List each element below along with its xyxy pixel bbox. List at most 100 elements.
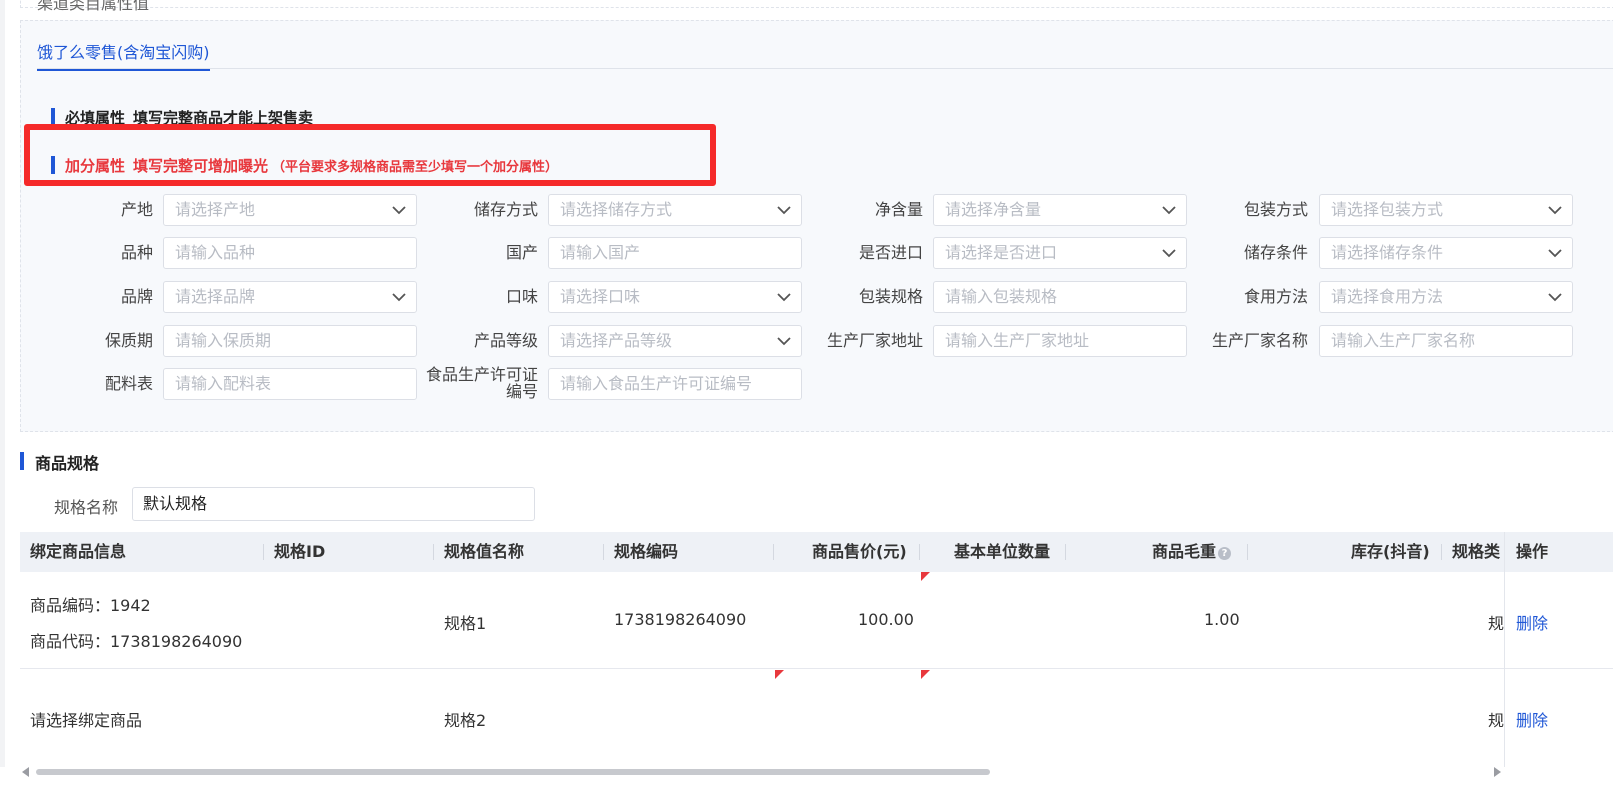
channel-tabs: 饿了么零售(含淘宝闪购) [37, 21, 1613, 71]
field-label: 产地 [120, 200, 153, 219]
field-placeholder: 请输入食品生产许可证编号 [560, 374, 753, 393]
field-select[interactable]: 请选择是否进口 [933, 237, 1187, 269]
field-placeholder: 请选择食用方法 [1331, 287, 1444, 306]
spec-value-name[interactable]: 规格1 [444, 610, 486, 634]
col-divider[interactable] [603, 544, 604, 560]
spec-value-name[interactable]: 规格2 [444, 707, 486, 731]
field-label: 保质期 [104, 331, 153, 350]
col-divider[interactable] [263, 544, 264, 560]
field-input[interactable]: 请输入国产 [548, 237, 802, 269]
field-placeholder: 请输入包装规格 [945, 287, 1058, 306]
field-placeholder: 请输入品种 [175, 243, 256, 262]
question-icon[interactable]: ? [1218, 547, 1232, 560]
field-select[interactable]: 请选择储存方式 [548, 194, 802, 226]
horizontal-scrollbar[interactable] [0, 767, 1613, 795]
col-divider[interactable] [1441, 544, 1442, 560]
bonus-attrs-title: 加分属性 [65, 157, 126, 175]
col-spec-type: 规格类 [1452, 542, 1501, 561]
field-select[interactable]: 请选择包装方式 [1319, 194, 1573, 226]
field-placeholder: 请选择储存条件 [1331, 243, 1444, 262]
col-divider[interactable] [773, 544, 774, 560]
field-input[interactable]: 请输入品种 [163, 237, 417, 269]
fixed-column-divider [1504, 532, 1505, 795]
delete-row-link[interactable]: 删除 [1516, 707, 1548, 731]
col-divider[interactable] [433, 544, 434, 560]
attribute-panel: 饿了么零售(含淘宝闪购) 必填属性 填写完整商品才能上架售卖 加分属性 填写完整可增… [20, 20, 1613, 432]
field-placeholder: 请输入国产 [560, 243, 641, 262]
scroll-left-icon[interactable] [22, 767, 29, 777]
field-placeholder: 请选择口味 [560, 287, 641, 306]
chevron-down-icon [1162, 249, 1176, 258]
bonus-attrs-heading: 加分属性 填写完整可增加曝光 （平台要求多规格商品需至少填写一个加分属性） [51, 155, 558, 175]
col-spec-id: 规格ID [274, 542, 326, 561]
col-gross-weight: 商品毛重? [1152, 532, 1232, 572]
bind-product-sku: 商品代码：1738198264090 [30, 632, 243, 651]
field-input[interactable]: 请输入保质期 [163, 325, 417, 357]
field-select[interactable]: 请选择储存条件 [1319, 237, 1573, 269]
field-input[interactable]: 请输入配料表 [163, 368, 417, 400]
scrollbar-thumb[interactable] [36, 769, 990, 775]
field-select[interactable]: 请选择口味 [548, 281, 802, 313]
col-divider[interactable] [1065, 544, 1066, 560]
delete-row-link[interactable]: 删除 [1516, 610, 1548, 634]
table-row: 商品编码：1942 商品代码：1738198264090 规格1 1738198… [20, 572, 1613, 669]
field-label: 包装规格 [858, 287, 923, 306]
left-gutter [0, 0, 5, 795]
field-placeholder: 请选择是否进口 [945, 243, 1058, 262]
field-label: 是否进口 [858, 243, 923, 262]
field-select[interactable]: 请选择品牌 [163, 281, 417, 313]
spec-type: 规 [1488, 711, 1505, 730]
col-unit-qty: 基本单位数量 [954, 542, 1051, 561]
field-placeholder: 请输入配料表 [175, 374, 272, 393]
field-select[interactable]: 请选择净含量 [933, 194, 1187, 226]
field-label: 储存条件 [1243, 243, 1308, 262]
field-select[interactable]: 请选择产品等级 [548, 325, 802, 357]
col-divider[interactable] [1247, 544, 1248, 560]
field-placeholder: 请选择产地 [175, 200, 256, 219]
bind-product-code: 商品编码：1942 [30, 596, 151, 615]
spec-name-label: 规格名称 [54, 498, 119, 517]
field-input[interactable]: 请输入生产厂家地址 [933, 325, 1187, 357]
field-placeholder: 请选择储存方式 [560, 200, 673, 219]
field-placeholder: 请选择品牌 [175, 287, 256, 306]
spec-table: 绑定商品信息 规格ID 规格值名称 规格编码 商品售价(元) 基本单位数量 商品… [20, 532, 1613, 795]
field-label: 储存方式 [473, 200, 538, 219]
field-label: 食品生产许可证编号 [426, 365, 539, 401]
chevron-down-icon [392, 293, 406, 302]
chevron-down-icon [1548, 293, 1562, 302]
spec-code[interactable]: 1738198264090 [614, 610, 746, 629]
chevron-down-icon [1162, 206, 1176, 215]
col-spec-code: 规格编码 [614, 542, 679, 561]
field-placeholder: 请输入生产厂家地址 [945, 331, 1090, 350]
category-attr-header: 渠道类目属性值 [20, 0, 1613, 13]
field-placeholder: 请选择产品等级 [560, 331, 673, 350]
tab-eleme-retail[interactable]: 饿了么零售(含淘宝闪购) [37, 39, 210, 71]
spec-name-input[interactable]: 默认规格 [132, 487, 535, 521]
field-placeholder: 请输入生产厂家名称 [1331, 331, 1476, 350]
chevron-down-icon [1548, 206, 1562, 215]
field-label: 品牌 [120, 287, 153, 306]
spec-price[interactable]: 100.00 [858, 610, 914, 629]
field-label: 配料表 [104, 374, 153, 393]
field-select[interactable]: 请选择产地 [163, 194, 417, 226]
field-select[interactable]: 请选择食用方法 [1319, 281, 1573, 313]
field-label: 国产 [505, 243, 538, 262]
bonus-attrs-subtitle: 填写完整可增加曝光 [133, 157, 269, 175]
select-bind-product[interactable]: 请选择绑定商品 [30, 707, 142, 731]
chevron-down-icon [777, 293, 791, 302]
field-input[interactable]: 请输入包装规格 [933, 281, 1187, 313]
field-label: 产品等级 [473, 331, 538, 350]
field-placeholder: 请输入保质期 [175, 331, 272, 350]
spec-table-header: 绑定商品信息 规格ID 规格值名称 规格编码 商品售价(元) 基本单位数量 商品… [20, 532, 1613, 572]
field-label: 包装方式 [1243, 200, 1308, 219]
chevron-down-icon [1548, 249, 1562, 258]
field-input[interactable]: 请输入生产厂家名称 [1319, 325, 1573, 357]
field-input[interactable]: 请输入食品生产许可证编号 [548, 368, 802, 400]
field-placeholder: 请选择净含量 [945, 200, 1042, 219]
spec-weight[interactable]: 1.00 [1204, 610, 1240, 629]
scroll-right-icon[interactable] [1494, 767, 1501, 777]
edited-marker [921, 572, 930, 581]
field-label: 品种 [120, 243, 153, 262]
field-placeholder: 请选择包装方式 [1331, 200, 1444, 219]
col-divider[interactable] [919, 544, 920, 560]
